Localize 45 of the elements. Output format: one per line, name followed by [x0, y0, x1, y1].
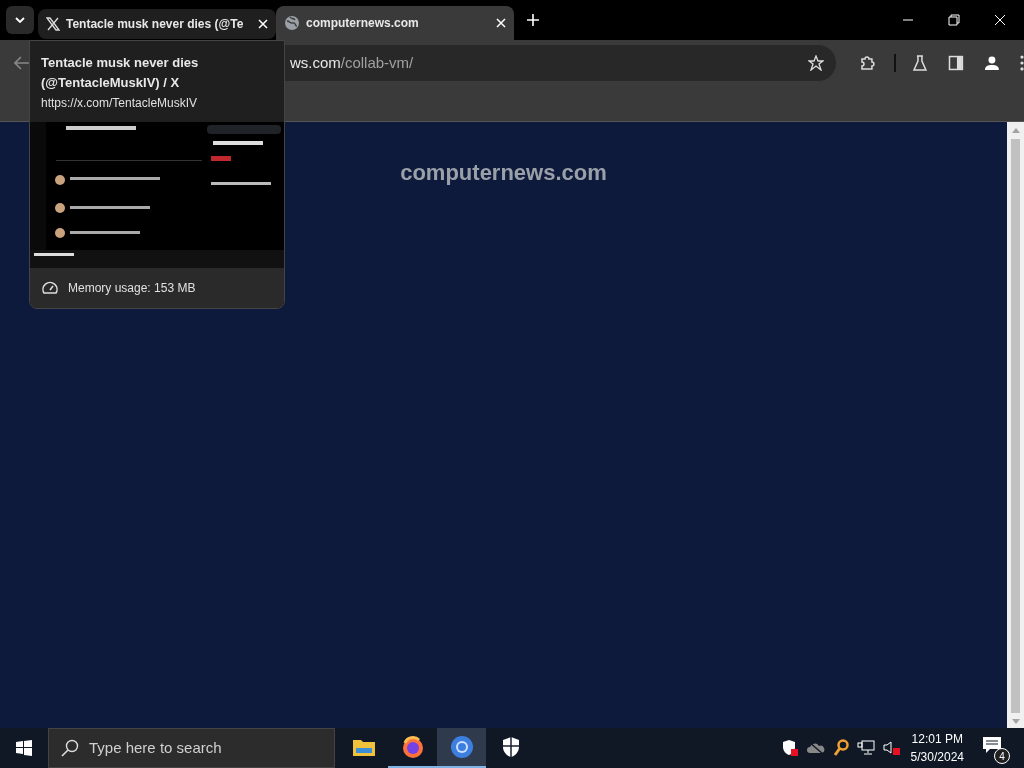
cloud-off-icon[interactable] — [806, 741, 825, 755]
firefox-icon — [400, 735, 425, 759]
scrollbar[interactable] — [1007, 122, 1024, 728]
url-text: ws.com/collab-vm/ — [289, 52, 414, 73]
restore-icon[interactable] — [948, 14, 960, 26]
search-placeholder: Type here to search — [89, 737, 222, 758]
clock-date[interactable]: 5/30/2024 — [910, 748, 964, 766]
side-panel-icon[interactable] — [948, 55, 965, 71]
close-icon[interactable] — [994, 14, 1006, 26]
search-field[interactable]: Type here to search — [48, 728, 335, 768]
menu-icon[interactable] — [1020, 55, 1024, 71]
memory-usage-text: Memory usage: 153 MB — [68, 280, 196, 297]
chevron-down-icon — [15, 17, 25, 23]
person-icon[interactable] — [984, 55, 1000, 71]
close-icon[interactable] — [496, 18, 506, 28]
close-icon[interactable] — [258, 19, 268, 29]
scrollbar-thumb[interactable] — [1011, 139, 1020, 713]
folder-icon — [351, 737, 376, 757]
tab-title: Tentacle musk never dies (@Te — [66, 16, 245, 33]
x-logo-icon — [46, 17, 60, 31]
network-icon[interactable] — [856, 740, 875, 756]
search-icon — [61, 739, 79, 757]
shield-icon — [500, 736, 521, 758]
back-arrow-icon[interactable] — [14, 56, 30, 70]
magnifier-icon[interactable] — [832, 739, 849, 757]
site-heading: computernews.com — [400, 159, 607, 187]
browser-tab[interactable]: computernews.com — [276, 6, 514, 40]
star-icon[interactable] — [808, 55, 825, 71]
tab-title: computernews.com — [306, 15, 420, 32]
taskbar-app[interactable] — [437, 728, 486, 768]
tab-list-button[interactable] — [6, 6, 34, 34]
security-warning-icon[interactable] — [780, 739, 799, 757]
browser-tab[interactable]: Tentacle musk never dies (@Te — [38, 9, 276, 39]
clock-time[interactable]: 12:01 PM — [911, 730, 963, 748]
hover-card-url: https://x.com/TentacleMuskIV — [41, 95, 199, 112]
globe-icon — [284, 15, 300, 31]
flask-icon[interactable] — [912, 55, 929, 71]
windows-logo-icon[interactable] — [16, 740, 32, 756]
notification-count: 4 — [994, 748, 1010, 764]
puzzle-icon[interactable] — [860, 55, 877, 71]
speaker-muted-icon[interactable] — [882, 740, 901, 756]
gauge-icon — [42, 281, 58, 295]
new-tab-icon[interactable] — [526, 13, 540, 27]
notification-icon[interactable] — [982, 736, 1002, 754]
browser-icon — [449, 735, 474, 759]
